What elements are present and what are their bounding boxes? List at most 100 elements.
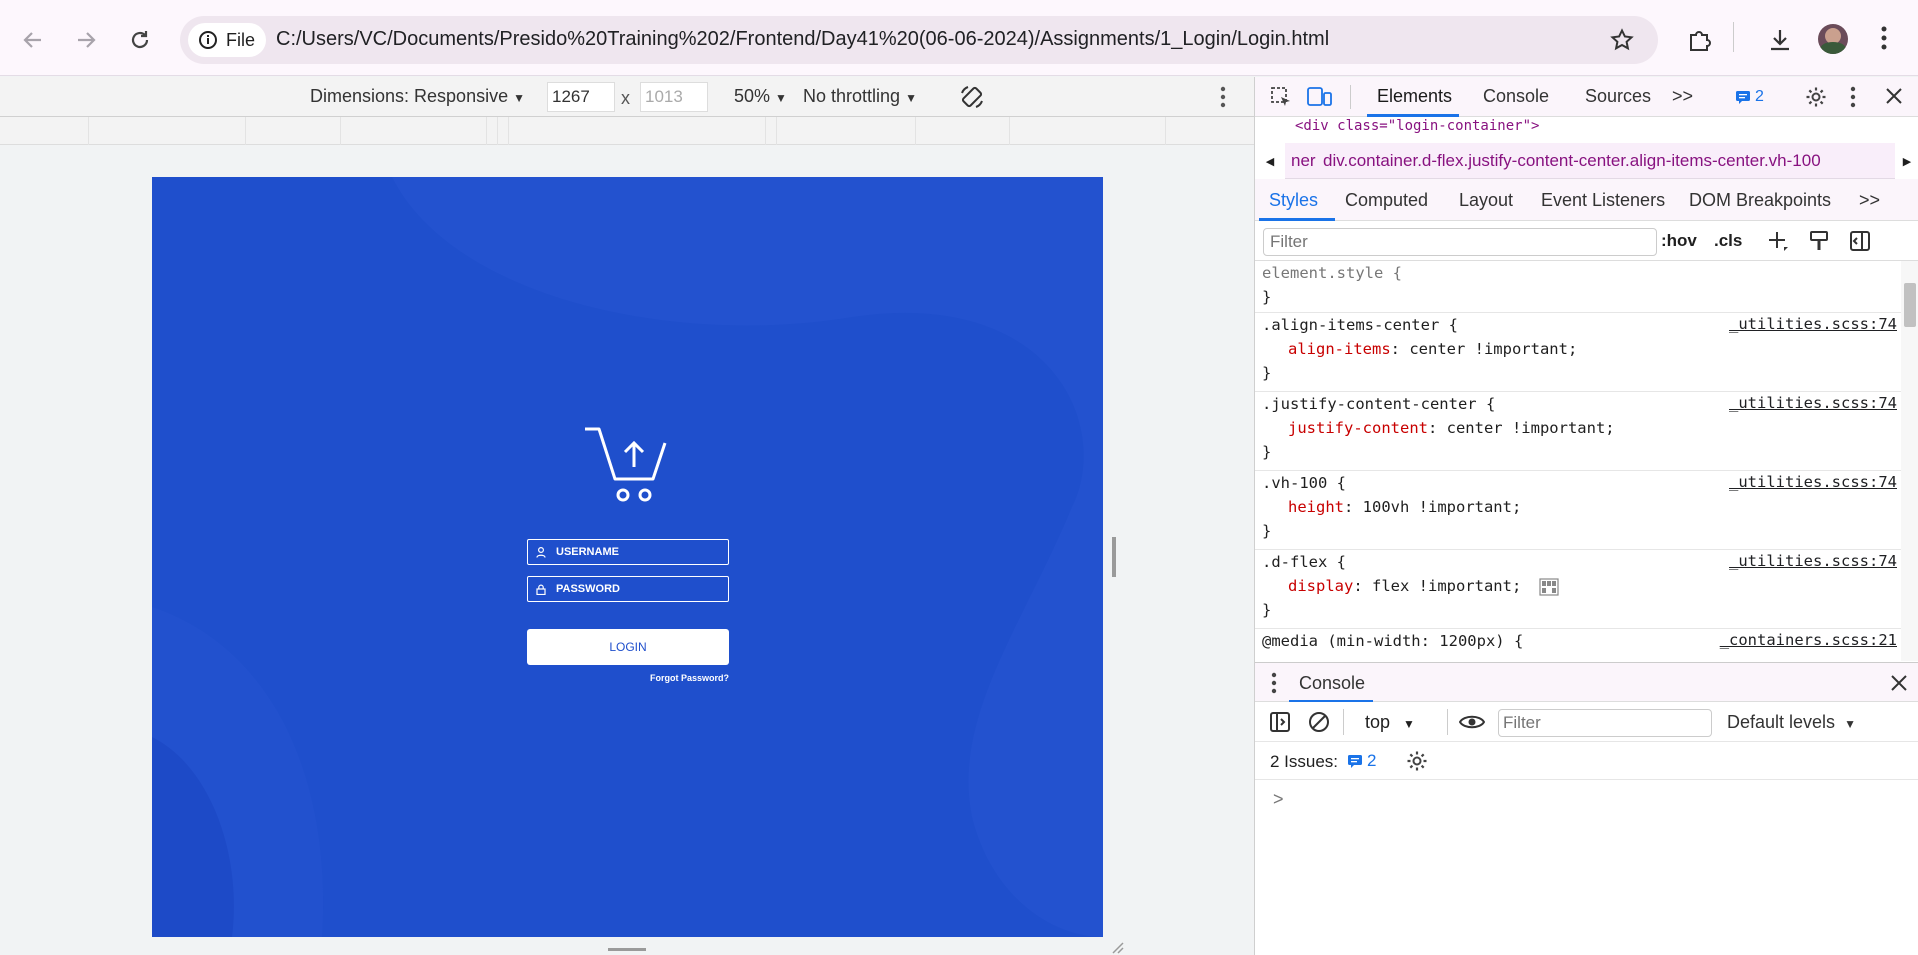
dom-tree[interactable]: <div class="login-container">	[1255, 117, 1918, 143]
drawer-menu-icon[interactable]	[1271, 671, 1277, 695]
breadcrumb-scroll-left-icon[interactable]: ◀	[1255, 143, 1285, 179]
tab-console[interactable]: Console	[1483, 86, 1549, 107]
password-input[interactable]	[556, 583, 716, 595]
reload-button[interactable]	[120, 20, 160, 60]
url-text[interactable]: C:/Users/VC/Documents/Presido%20Training…	[276, 28, 1329, 51]
tab-elements[interactable]: Elements	[1377, 86, 1452, 107]
scrollbar-thumb[interactable]	[1904, 283, 1916, 327]
console-filter-input[interactable]	[1498, 709, 1712, 737]
viewport-resize-handle-right[interactable]	[1112, 537, 1116, 577]
address-bar[interactable]: File C:/Users/VC/Documents/Presido%20Tra…	[180, 16, 1658, 64]
rule-source-link[interactable]: _utilities.scss:74	[1729, 315, 1897, 333]
rule-property[interactable]: display	[1288, 577, 1353, 595]
toggle-sidebar-icon[interactable]	[1849, 230, 1871, 252]
style-rule[interactable]: .justify-content-center { justify-conten…	[1255, 392, 1901, 471]
dimension-separator: x	[621, 88, 630, 108]
dimensions-dropdown[interactable]: Dimensions: Responsive ▼	[310, 86, 525, 107]
settings-gear-icon[interactable]	[1805, 86, 1827, 108]
console-settings-gear-icon[interactable]	[1406, 750, 1428, 772]
subtab-layout[interactable]: Layout	[1459, 190, 1513, 211]
rule-source-link[interactable]: _containers.scss:21	[1720, 631, 1897, 649]
rule-property[interactable]: height	[1288, 498, 1344, 516]
devtools-menu-icon[interactable]	[1850, 85, 1856, 109]
inspect-element-icon[interactable]	[1269, 85, 1293, 109]
subtab-dom-breakpoints[interactable]: DOM Breakpoints	[1689, 190, 1831, 211]
cls-toggle[interactable]: .cls	[1714, 231, 1742, 251]
back-button[interactable]	[13, 20, 53, 60]
forgot-password-link[interactable]: Forgot Password?	[629, 673, 729, 683]
log-levels-dropdown[interactable]: Default levels ▼	[1727, 712, 1856, 733]
more-subtabs-button[interactable]: >>	[1859, 190, 1880, 211]
subtab-styles[interactable]: Styles	[1269, 190, 1318, 211]
console-issues-row: 2 Issues: 2	[1255, 742, 1918, 780]
chevron-down-icon: ▼	[905, 91, 917, 105]
close-devtools-icon[interactable]	[1885, 87, 1903, 105]
rule-source-link[interactable]: _utilities.scss:74	[1729, 394, 1897, 412]
rule-value[interactable]: : 100vh !important;	[1344, 498, 1521, 516]
device-toolbar-menu-icon[interactable]	[1220, 85, 1226, 109]
rule-property[interactable]: justify-content	[1288, 419, 1428, 437]
tab-sources[interactable]: Sources	[1585, 86, 1651, 107]
style-rule[interactable]: element.style { }	[1255, 261, 1901, 313]
device-toggle-icon[interactable]	[1307, 85, 1333, 109]
subtab-event-listeners[interactable]: Event Listeners	[1541, 190, 1665, 211]
rule-value[interactable]: : center !important;	[1428, 419, 1615, 437]
flexbox-editor-icon[interactable]	[1539, 577, 1559, 596]
subtab-computed[interactable]: Computed	[1345, 190, 1428, 211]
console-sidebar-icon[interactable]	[1269, 711, 1291, 733]
style-rule[interactable]: .d-flex { display: flex !important; } _u…	[1255, 550, 1901, 629]
message-icon	[1348, 755, 1362, 768]
dom-node[interactable]: <div class="login-container">	[1295, 118, 1539, 134]
close-drawer-icon[interactable]	[1890, 674, 1908, 692]
username-input[interactable]	[556, 546, 716, 558]
style-rule[interactable]: .vh-100 { height: 100vh !important; } _u…	[1255, 471, 1901, 550]
browser-menu-icon[interactable]	[1880, 25, 1888, 51]
profile-avatar[interactable]	[1818, 24, 1848, 54]
console-prompt[interactable]: >	[1273, 789, 1284, 810]
rule-close: }	[1262, 364, 1272, 382]
site-info-chip[interactable]: File	[188, 23, 266, 57]
style-rule[interactable]: @media (min-width: 1200px) { _containers…	[1255, 629, 1901, 661]
height-input[interactable]: 1013	[640, 82, 708, 112]
username-field[interactable]	[527, 539, 729, 565]
ruler-tick	[508, 117, 509, 145]
forward-button[interactable]	[66, 20, 106, 60]
media-query-ruler[interactable]	[0, 117, 1254, 145]
drawer-tab-console[interactable]: Console	[1299, 673, 1365, 694]
breadcrumb-current[interactable]: div.container.d-flex.justify-content-cen…	[1323, 151, 1821, 171]
rotate-icon[interactable]	[958, 83, 986, 111]
rule-source-link[interactable]: _utilities.scss:74	[1729, 473, 1897, 491]
zoom-dropdown[interactable]: 50% ▼	[734, 86, 787, 107]
more-tabs-button[interactable]: >>	[1672, 86, 1693, 107]
hov-toggle[interactable]: :hov	[1661, 231, 1697, 251]
style-rule[interactable]: .align-items-center { align-items: cente…	[1255, 313, 1901, 392]
rule-value[interactable]: : flex !important;	[1353, 577, 1521, 595]
paint-brush-icon[interactable]	[1808, 230, 1830, 252]
width-input[interactable]: 1267	[547, 82, 615, 112]
zoom-label: 50%	[734, 86, 771, 106]
clear-console-icon[interactable]	[1308, 711, 1330, 733]
rule-close: }	[1262, 443, 1272, 461]
live-expression-eye-icon[interactable]	[1459, 712, 1485, 732]
styles-filter-row: :hov .cls	[1255, 221, 1918, 261]
rule-source-link[interactable]: _utilities.scss:74	[1729, 552, 1897, 570]
bookmark-star-icon[interactable]	[1610, 28, 1634, 52]
context-selector[interactable]: top ▼	[1365, 712, 1415, 733]
styles-filter-input[interactable]	[1263, 228, 1657, 256]
issues-badge[interactable]: 2	[1735, 88, 1764, 106]
add-rule-icon[interactable]	[1767, 230, 1789, 252]
issues-link[interactable]: 2	[1347, 751, 1376, 771]
breadcrumb-item[interactable]: ner	[1291, 151, 1316, 171]
extensions-icon[interactable]	[1687, 27, 1713, 53]
viewport-resize-handle-bottom[interactable]	[608, 948, 646, 951]
password-field[interactable]	[527, 576, 729, 602]
download-icon[interactable]	[1767, 27, 1793, 53]
styles-scrollbar[interactable]	[1901, 261, 1918, 661]
rule-property[interactable]: align-items	[1288, 340, 1391, 358]
rule-value[interactable]: : center !important;	[1391, 340, 1578, 358]
viewport-resize-corner[interactable]	[1112, 942, 1124, 954]
login-button[interactable]: LOGIN	[527, 629, 729, 665]
throttling-dropdown[interactable]: No throttling ▼	[803, 86, 917, 107]
breadcrumb-scroll-right-icon[interactable]: ▶	[1895, 143, 1918, 179]
dimensions-label: Dimensions: Responsive	[310, 86, 509, 106]
